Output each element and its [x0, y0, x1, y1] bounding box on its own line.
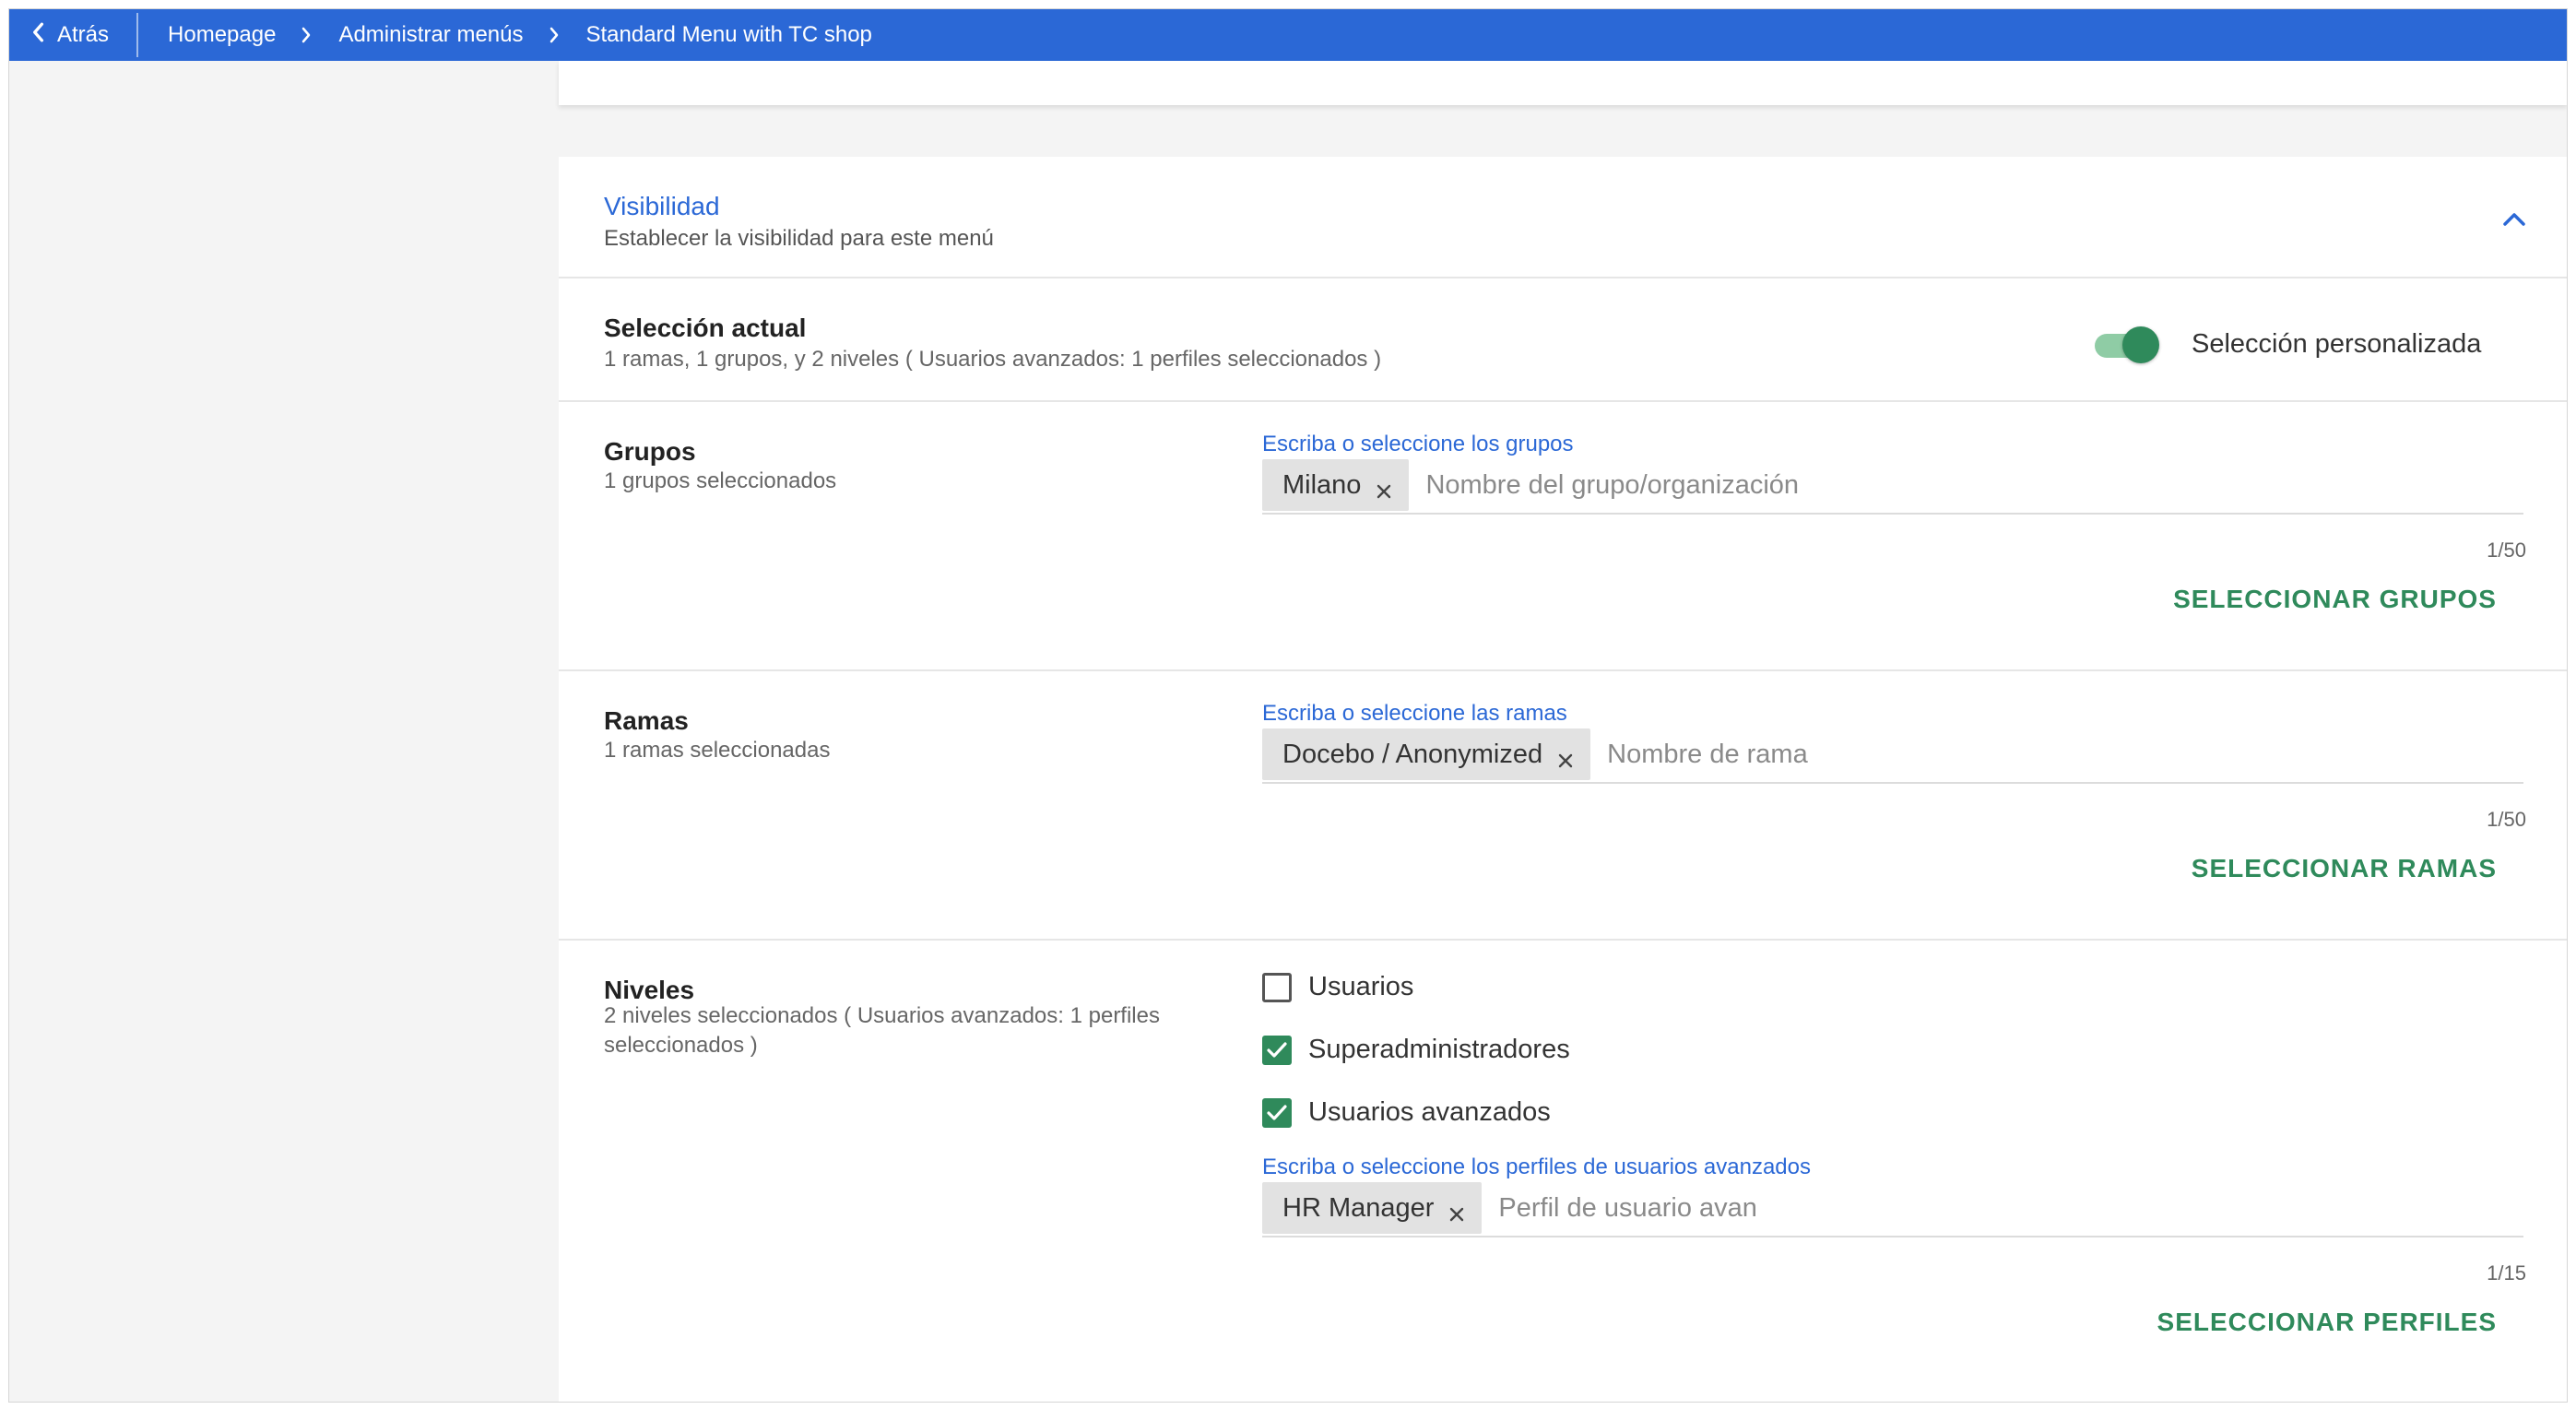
toggle-label: Selección personalizada [2192, 329, 2482, 359]
level-option-usuarios-avanzados[interactable]: Usuarios avanzados [1262, 1097, 1551, 1128]
toggle-knob [2122, 326, 2159, 363]
chip-docebo-anonymized: Docebo / Anonymized [1262, 728, 1591, 780]
current-selection-title: Selección actual [604, 314, 807, 342]
chip-milano: Milano [1262, 459, 1410, 511]
branches-search-input[interactable] [1607, 731, 2523, 777]
level-option-label: Superadministradores [1308, 1035, 1570, 1064]
level-option-usuarios[interactable]: Usuarios [1262, 972, 1413, 1002]
chip-label: Milano [1282, 469, 1362, 500]
visibility-header[interactable]: Visibilidad Establecer la visibilidad pa… [559, 157, 2567, 278]
select-branches-button[interactable]: SELECCIONAR RAMAS [2192, 854, 2497, 883]
groups-search-input[interactable] [1425, 462, 2523, 508]
branches-field-label: Escriba o seleccione las ramas [1262, 701, 1567, 726]
groups-field-label: Escriba o seleccione los grupos [1262, 432, 1574, 456]
checkbox-unchecked[interactable] [1262, 972, 1292, 1002]
breadcrumb-homepage[interactable]: Homepage [168, 22, 276, 48]
breadcrumb: Homepage Administrar menús Standard Menu… [138, 22, 872, 48]
current-selection-row: Selección actual 1 ramas, 1 grupos, y 2 … [559, 278, 2567, 402]
chip-label: Docebo / Anonymized [1282, 739, 1543, 769]
groups-row: Grupos 1 grupos seleccionados Escriba o … [559, 402, 2567, 671]
profiles-field-label: Escriba o seleccione los perfiles de usu… [1262, 1154, 1811, 1179]
close-icon[interactable] [1557, 746, 1574, 768]
custom-selection-toggle[interactable] [2095, 326, 2161, 363]
app-window: Atrás Homepage Administrar menús Standar… [8, 8, 2568, 1403]
current-selection-summary: 1 ramas, 1 grupos, y 2 niveles ( Usuario… [604, 347, 1382, 372]
check-icon [1267, 1041, 1287, 1058]
chevron-left-icon [30, 22, 46, 49]
visibility-card: Visibilidad Establecer la visibilidad pa… [559, 157, 2567, 1402]
back-label: Atrás [57, 22, 110, 47]
branches-title: Ramas [604, 706, 689, 735]
level-option-label: Usuarios [1308, 972, 1414, 1001]
select-profiles-button[interactable]: SELECCIONAR PERFILES [2157, 1308, 2497, 1337]
breadcrumb-administrar-menus[interactable]: Administrar menús [338, 22, 523, 48]
checkbox-checked[interactable] [1262, 1097, 1292, 1128]
groups-summary: 1 grupos seleccionados [604, 468, 837, 493]
checkbox-checked[interactable] [1262, 1035, 1292, 1065]
back-button[interactable]: Atrás [9, 13, 139, 57]
chip-label: HR Manager [1282, 1192, 1435, 1223]
check-icon [1267, 1104, 1287, 1120]
close-icon[interactable] [1376, 477, 1392, 499]
branches-summary: 1 ramas seleccionadas [604, 738, 831, 763]
section-subtitle: Establecer la visibilidad para este menú [604, 226, 994, 251]
breadcrumb-current-menu: Standard Menu with TC shop [585, 22, 872, 47]
chip-hr-manager: HR Manager [1262, 1182, 1483, 1234]
groups-title: Grupos [604, 437, 696, 466]
levels-summary: 2 niveles seleccionados ( Usuarios avanz… [604, 1003, 1160, 1058]
groups-input-field[interactable]: Milano [1262, 457, 2523, 515]
close-icon[interactable] [1448, 1200, 1465, 1222]
top-navigation-bar: Atrás Homepage Administrar menús Standar… [9, 9, 2567, 61]
previous-section-card [559, 61, 2567, 105]
branches-counter: 1/50 [2487, 808, 2526, 831]
left-panel [9, 61, 559, 1402]
chevron-right-icon [549, 27, 561, 43]
profiles-input-field[interactable]: HR Manager [1262, 1180, 2523, 1237]
chevron-right-icon [301, 27, 313, 43]
profiles-search-input[interactable] [1498, 1185, 2523, 1231]
select-groups-button[interactable]: SELECCIONAR GRUPOS [2173, 585, 2497, 614]
chevron-up-icon[interactable] [2502, 210, 2526, 227]
level-option-superadministradores[interactable]: Superadministradores [1262, 1035, 1570, 1065]
groups-counter: 1/50 [2487, 539, 2526, 562]
level-option-label: Usuarios avanzados [1308, 1097, 1551, 1127]
section-title: Visibilidad [604, 192, 720, 220]
levels-row: Niveles 2 niveles seleccionados ( Usuari… [559, 941, 2567, 1402]
profiles-counter: 1/15 [2487, 1261, 2526, 1285]
branches-row: Ramas 1 ramas seleccionadas Escriba o se… [559, 671, 2567, 941]
branches-input-field[interactable]: Docebo / Anonymized [1262, 727, 2523, 784]
